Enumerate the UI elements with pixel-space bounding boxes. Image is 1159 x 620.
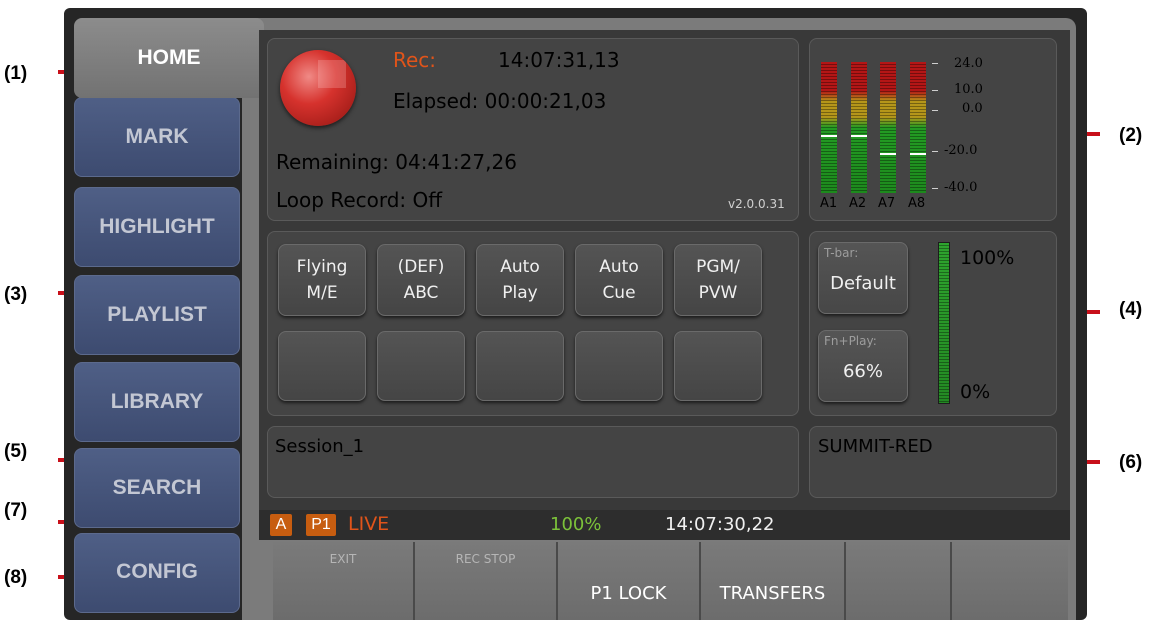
empty-function-button[interactable]	[674, 331, 762, 401]
empty-softkey[interactable]	[952, 542, 1068, 620]
scale-label: 10.0	[954, 82, 983, 97]
meter-label: A2	[849, 196, 867, 211]
status-timecode: 14:07:30,22	[665, 514, 775, 535]
fnplay-button[interactable]: Fn+Play: 66%	[818, 330, 908, 402]
scale-label: -40.0	[944, 180, 978, 195]
softkey-small-label: REC STOP	[455, 552, 516, 566]
sidebar-item-label: CONFIG	[116, 560, 198, 583]
fnplay-value: 66%	[842, 361, 883, 382]
sidebar-item-config[interactable]: CONFIG	[74, 533, 240, 613]
scale-label: -20.0	[944, 143, 978, 158]
rec-label: Rec:	[393, 48, 437, 72]
callout-2: (2)	[1119, 125, 1143, 146]
sidebar-item-mark[interactable]: MARK	[74, 97, 240, 177]
callout-3: (3)	[4, 284, 28, 305]
loop-record-status: Loop Record: Off	[276, 188, 443, 212]
rec-timecode: 14:07:31,13	[498, 48, 620, 72]
callout-8: (8)	[4, 567, 28, 588]
tbar-level-bar	[938, 242, 950, 404]
exit-softkey[interactable]: EXIT	[273, 542, 415, 620]
auto-play-button[interactable]: Auto Play	[476, 244, 564, 316]
callout-5: (5)	[4, 441, 28, 462]
empty-softkey[interactable]	[846, 542, 952, 620]
empty-function-button[interactable]	[278, 331, 366, 401]
audio-meters-panel	[809, 38, 1057, 221]
audio-meter-a7	[880, 62, 896, 193]
empty-function-button[interactable]	[377, 331, 465, 401]
server-name: SUMMIT-RED	[818, 436, 933, 457]
sidebar-item-playlist[interactable]: PLAYLIST	[74, 275, 240, 355]
scale-tick	[932, 90, 938, 91]
callout-4: (4)	[1119, 299, 1143, 320]
p1-badge: P1	[306, 514, 336, 536]
record-progress-icon	[318, 60, 346, 88]
scale-tick	[932, 110, 938, 111]
sidebar-item-highlight[interactable]: HIGHLIGHT	[74, 187, 240, 267]
callout-1: (1)	[4, 63, 28, 84]
remaining-time: Remaining: 04:41:27,26	[276, 150, 517, 174]
callout-7: (7)	[4, 500, 28, 521]
tab-home-label: HOME	[137, 46, 201, 69]
callout-6: (6)	[1119, 452, 1143, 473]
status-percent: 100%	[550, 514, 602, 535]
sidebar-item-library[interactable]: LIBRARY	[74, 362, 240, 442]
sidebar-item-label: MARK	[125, 125, 189, 148]
session-name: Session_1	[275, 436, 365, 457]
empty-function-button[interactable]	[476, 331, 564, 401]
audio-meter-a2	[851, 62, 867, 193]
version-label: v2.0.0.31	[728, 197, 785, 211]
def-abc-button[interactable]: (DEF) ABC	[377, 244, 465, 316]
audio-meter-a8	[910, 62, 926, 193]
tbar-bottom-label: 0%	[960, 381, 991, 403]
rec-stop-softkey[interactable]: REC STOP	[415, 542, 558, 620]
channel-a-badge: A	[270, 514, 292, 536]
tbar-value: Default	[830, 273, 896, 294]
scale-tick	[932, 63, 938, 64]
empty-function-button[interactable]	[575, 331, 663, 401]
softkey-label: P1 LOCK	[590, 583, 667, 604]
tab-home[interactable]: HOME	[74, 18, 264, 98]
meter-label: A7	[878, 196, 896, 211]
auto-cue-button[interactable]: Auto Cue	[575, 244, 663, 316]
scale-tick	[932, 151, 938, 152]
p1-lock-softkey[interactable]: P1 LOCK	[558, 542, 701, 620]
sidebar-item-label: LIBRARY	[110, 390, 204, 413]
live-indicator: LIVE	[348, 513, 390, 535]
scale-label: 0.0	[962, 101, 983, 116]
meter-label: A1	[820, 196, 838, 211]
scale-label: 24.0	[954, 56, 983, 71]
sidebar-item-label: SEARCH	[112, 476, 202, 499]
audio-meter-a1	[821, 62, 837, 193]
tbar-button[interactable]: T-bar: Default	[818, 242, 908, 314]
sidebar-item-search[interactable]: SEARCH	[74, 448, 240, 528]
elapsed-time: Elapsed: 00:00:21,03	[393, 89, 607, 113]
scale-tick	[932, 188, 938, 189]
fnplay-caption: Fn+Play:	[824, 334, 877, 348]
pgm-pvw-button[interactable]: PGM/ PVW	[674, 244, 762, 316]
softkey-label: TRANSFERS	[719, 583, 826, 604]
sidebar-item-label: PLAYLIST	[107, 303, 207, 326]
sidebar-item-label: HIGHLIGHT	[99, 215, 215, 238]
flying-me-button[interactable]: Flying M/E	[278, 244, 366, 316]
tbar-top-label: 100%	[960, 247, 1015, 269]
softkey-small-label: EXIT	[329, 552, 357, 566]
record-button[interactable]	[280, 50, 356, 126]
meter-label: A8	[908, 196, 926, 211]
transfers-softkey[interactable]: TRANSFERS	[701, 542, 846, 620]
tbar-caption: T-bar:	[824, 246, 859, 260]
